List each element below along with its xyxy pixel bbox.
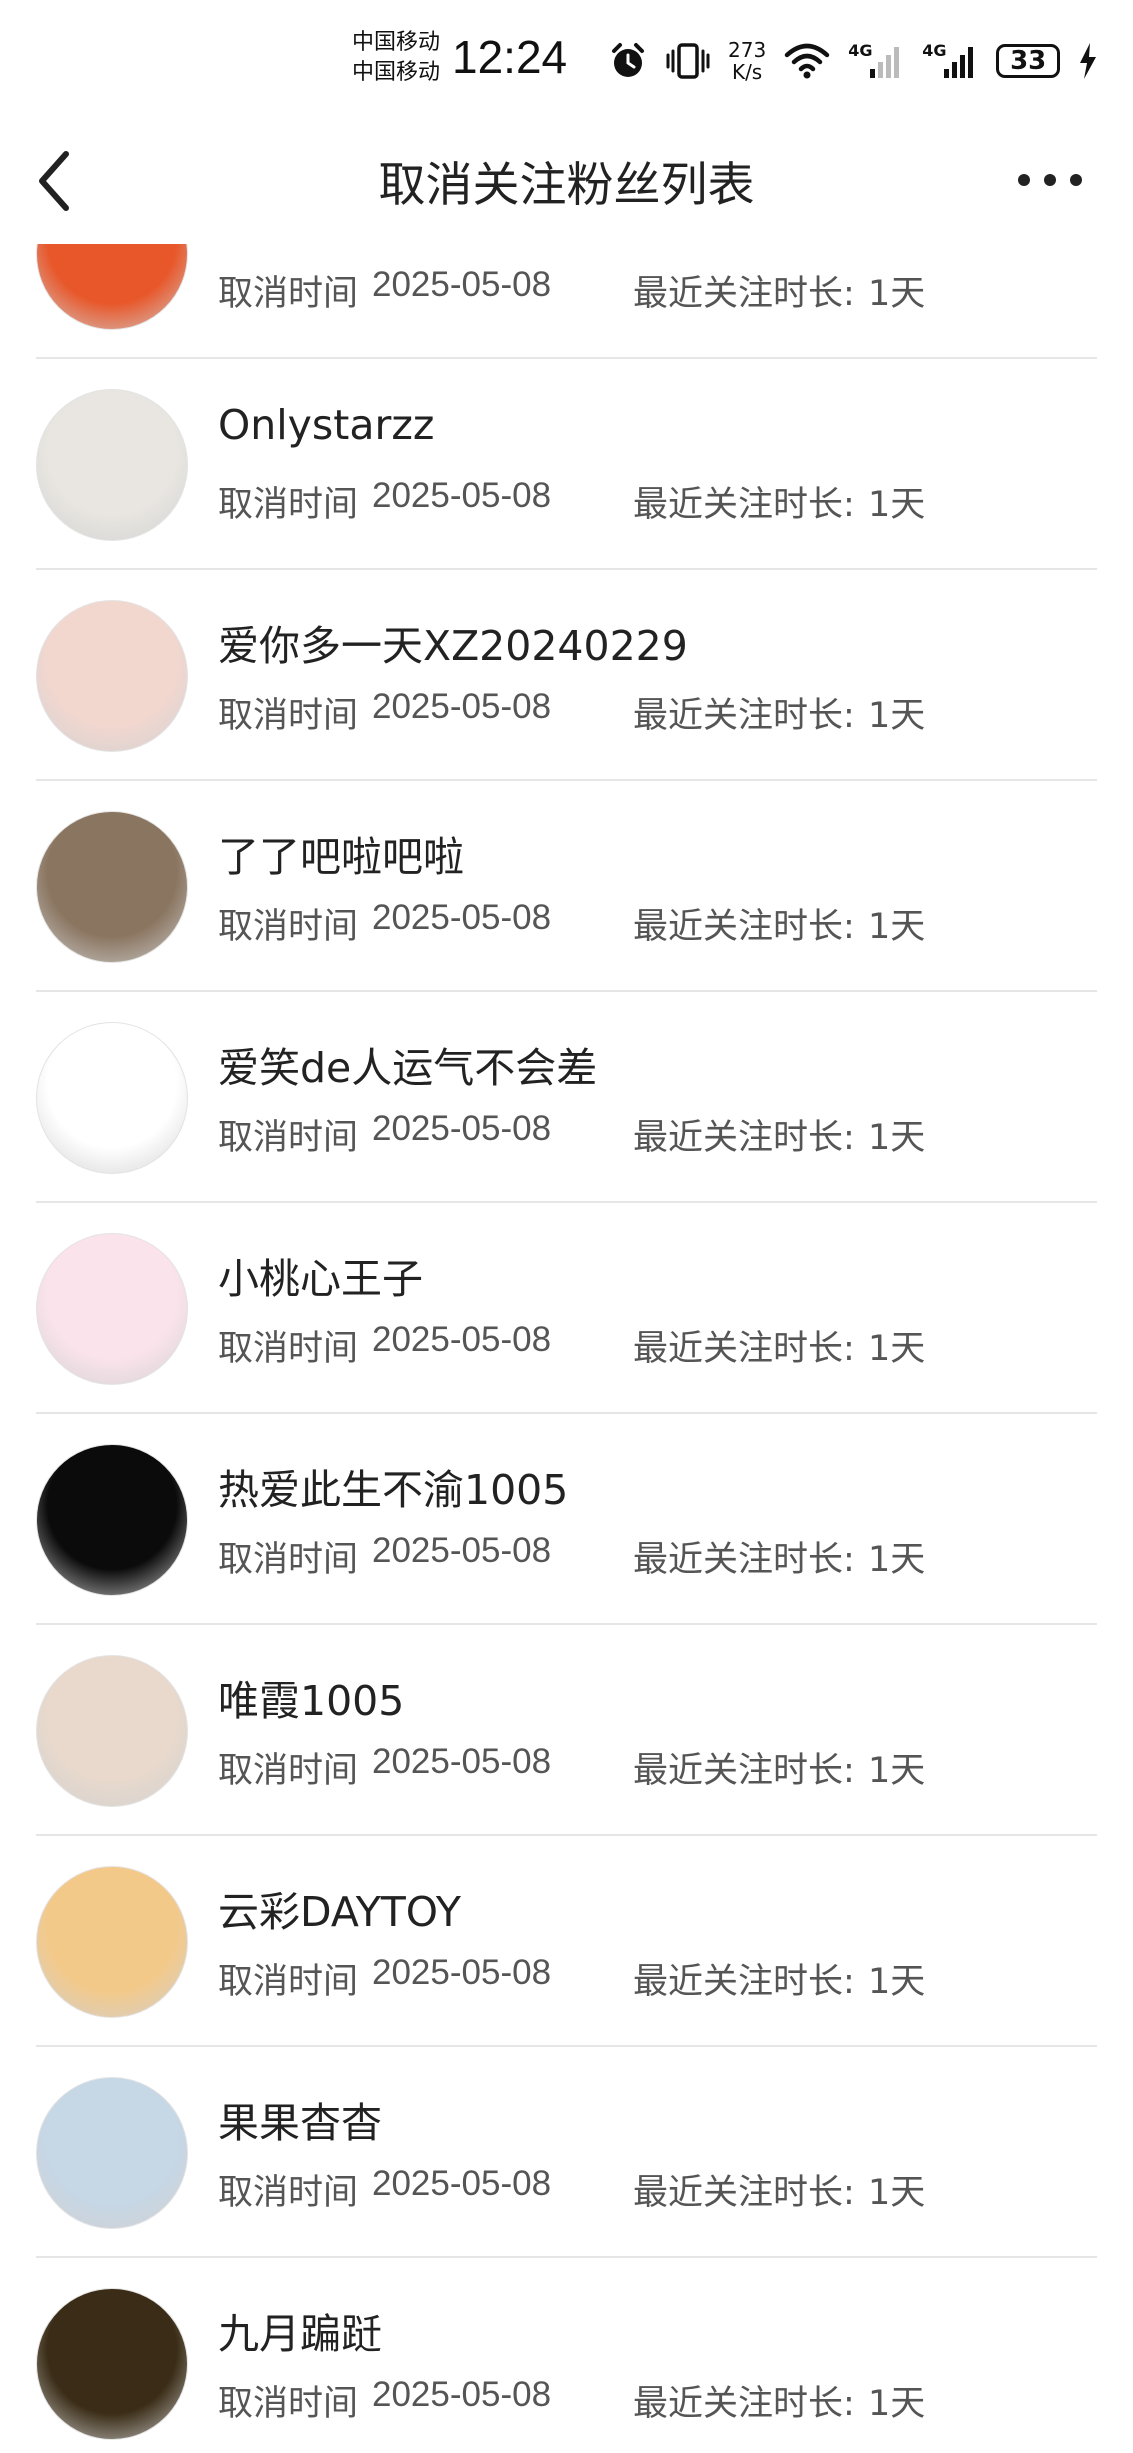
carrier-2: 中国移动 [352, 60, 441, 85]
avatar[interactable] [36, 1022, 188, 1174]
user-name[interactable]: 爱你多一天XZ20240229 [218, 612, 688, 672]
alarm-icon [612, 43, 644, 77]
follow-duration-label: 最近关注时长: [633, 1962, 855, 2002]
follow-duration-value: 1天 [868, 1118, 926, 1158]
unfollow-time-value: 2025-05-08 [372, 1742, 552, 1781]
unfollow-time-label: 取消时间 [218, 1962, 359, 2002]
follow-duration-label: 最近关注时长: [633, 1540, 855, 1580]
list-item[interactable]: 果果杳杳取消时间 2025-05-08 最近关注时长: 1天 [0, 2047, 1133, 2258]
carrier-names: 中国移动 中国移动 [352, 28, 440, 88]
avatar[interactable] [36, 1866, 188, 2018]
follow-duration-value: 1天 [868, 696, 926, 736]
user-name[interactable]: 唯霞1005 [218, 1667, 404, 1727]
list-item[interactable]: 爱笑de人运气不会差取消时间 2025-05-08 最近关注时长: 1天 [0, 992, 1133, 1203]
unfollow-time-value: 2025-05-08 [372, 687, 552, 726]
user-name[interactable]: 云彩DAYTOY [218, 1878, 461, 1938]
list-item[interactable]: 九月蹁跹取消时间 2025-05-08 最近关注时长: 1天 [0, 2258, 1133, 2453]
unfollow-time-value: 2025-05-08 [372, 1109, 552, 1148]
follow-duration-label: 最近关注时长: [633, 1751, 855, 1791]
wifi-icon [784, 43, 830, 79]
follow-duration-value: 1天 [868, 1540, 926, 1580]
follow-duration-label: 最近关注时长: [633, 907, 855, 947]
user-name[interactable]: 九月蹁跹 [218, 2300, 382, 2360]
list-item[interactable]: 爱你多一天XZ20240229 取消时间 2025-05-08 最近关注时长: 1天 [0, 570, 1133, 781]
follow-duration-label: 最近关注时长: [633, 1118, 855, 1158]
follow-duration-value: 1天 [868, 1751, 926, 1791]
follow-duration-label: 最近关注时长: [633, 1329, 855, 1369]
unfollow-time-value: 2025-05-08 [372, 1320, 552, 1359]
user-name[interactable]: 爱笑de人运气不会差 [218, 1034, 597, 1094]
net-speed: 273 K/s [728, 39, 766, 83]
follow-duration-label: 最近关注时长: [633, 696, 855, 736]
user-name[interactable]: 热爱此生不渝1005 [218, 1456, 568, 1516]
unfollow-time-value: 2025-05-08 [372, 1953, 552, 1992]
list-item[interactable]: 云彩DAYTOY 取消时间 2025-05-08 最近关注时长: 1天 [0, 1836, 1133, 2047]
battery-icon: 33 [996, 44, 1061, 78]
signal-icon: 4G [922, 41, 978, 81]
unfollow-time-label: 取消时间 [218, 485, 359, 525]
unfollow-time-value: 2025-05-08 [372, 476, 552, 515]
status-icons: 273 K/s 4G 4G 33 [608, 36, 1098, 86]
follow-duration-value: 1天 [868, 2173, 926, 2213]
list-item[interactable]: 热爱此生不渝1005 取消时间 2025-05-08 最近关注时长: 1天 [0, 1414, 1133, 1625]
avatar[interactable] [36, 2288, 188, 2440]
avatar[interactable] [36, 600, 188, 752]
status-bar: 中国移动 中国移动 12:24 273 K/s 4G 4G 33 [0, 0, 1133, 120]
follow-duration-value: 1天 [868, 1962, 926, 2002]
follow-duration-label: 最近关注时长: [633, 485, 855, 525]
unfollow-time-label: 取消时间 [218, 907, 359, 947]
user-name[interactable]: 小桃心王子 [218, 1245, 423, 1305]
charging-icon [1080, 43, 1097, 79]
list-content: 取消时间 2025-05-08 最近关注时长: 1天 Onlystarzz 取消时间 202… [0, 244, 1133, 2453]
list-item[interactable]: Onlystarzz 取消时间 2025-05-08 最近关注时长: 1天 [0, 359, 1133, 570]
unfollow-time-label: 取消时间 [218, 1540, 359, 1580]
unfollow-time-value: 2025-05-08 [372, 1531, 552, 1570]
net-speed-unit: K/s [731, 60, 763, 84]
unfollow-time-label: 取消时间 [218, 2384, 359, 2424]
unfollow-time-label: 取消时间 [218, 1118, 359, 1158]
avatar[interactable] [36, 811, 188, 963]
signal-icon: 4G [848, 41, 904, 81]
unfollow-time-label: 取消时间 [218, 2173, 359, 2213]
follow-duration-value: 1天 [868, 485, 926, 525]
nav-bar: 取消关注粉丝列表 [0, 120, 1133, 244]
unfollow-time-label: 取消时间 [218, 1329, 359, 1369]
user-name[interactable]: 果果杳杳 [218, 2089, 382, 2149]
page-title: 取消关注粉丝列表 [378, 158, 755, 213]
unfollow-time-value: 2025-05-08 [372, 2164, 552, 2203]
unfollow-time-label: 取消时间 [218, 274, 359, 314]
avatar[interactable] [36, 1233, 188, 1385]
user-name[interactable]: Onlystarzz [218, 401, 434, 449]
follow-duration-value: 1天 [868, 1329, 926, 1369]
unfollow-time-label: 取消时间 [218, 1751, 359, 1791]
user-name[interactable]: 了了吧啦吧啦 [218, 823, 464, 883]
unfollow-time-value: 2025-05-08 [372, 2375, 552, 2414]
list-item[interactable]: 了了吧啦吧啦取消时间 2025-05-08 最近关注时长: 1天 [0, 781, 1133, 992]
avatar[interactable] [36, 2077, 188, 2229]
unfollow-time-value: 2025-05-08 [372, 265, 552, 304]
carrier-1: 中国移动 [352, 30, 441, 55]
follow-duration-value: 1天 [868, 274, 926, 314]
avatar[interactable] [36, 244, 188, 330]
unfollow-fan-list[interactable]: 取消时间 2025-05-08 最近关注时长: 1天 Onlystarzz 取消时间 202… [0, 244, 1133, 2453]
follow-duration-value: 1天 [868, 907, 926, 947]
unfollow-time-label: 取消时间 [218, 696, 359, 736]
status-clock: 12:24 [452, 31, 568, 83]
follow-duration-value: 1天 [868, 2384, 926, 2424]
more-icon[interactable] [1010, 160, 1090, 200]
vibrate-icon [666, 43, 710, 79]
unfollow-time-value: 2025-05-08 [372, 898, 552, 937]
list-item[interactable]: 小桃心王子取消时间 2025-05-08 最近关注时长: 1天 [0, 1203, 1133, 1414]
follow-duration-label: 最近关注时长: [633, 2384, 855, 2424]
list-item[interactable]: 取消时间 2025-05-08 最近关注时长: 1天 [0, 244, 1133, 359]
avatar[interactable] [36, 1655, 188, 1807]
avatar[interactable] [36, 1444, 188, 1596]
avatar[interactable] [36, 389, 188, 541]
net-speed-value: 273 [728, 38, 767, 62]
follow-duration-label: 最近关注时长: [633, 2173, 855, 2213]
list-item[interactable]: 唯霞1005 取消时间 2025-05-08 最近关注时长: 1天 [0, 1625, 1133, 1836]
follow-duration-label: 最近关注时长: [633, 274, 855, 314]
